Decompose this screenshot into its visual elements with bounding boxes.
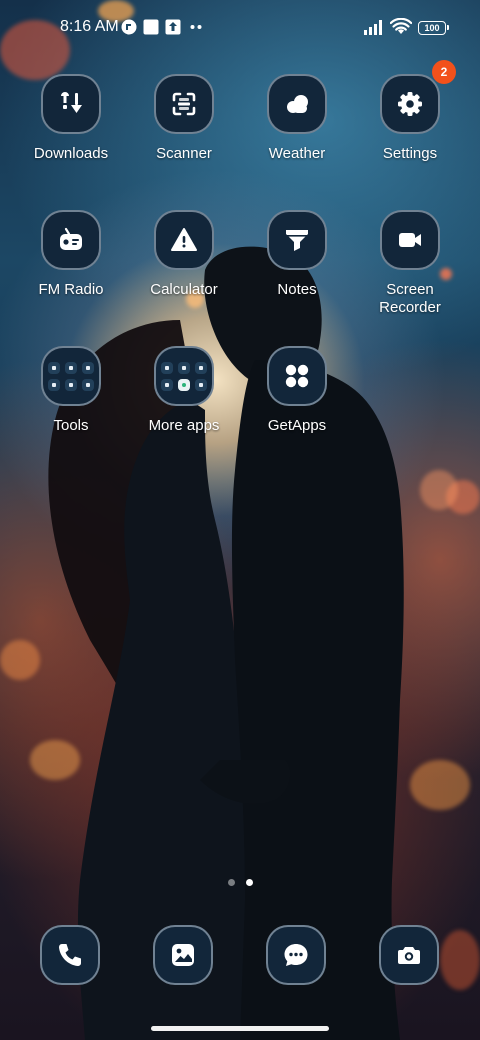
app-label: GetApps: [267, 417, 327, 434]
mini-app-icon: [65, 378, 77, 391]
app-label: Downloads: [33, 145, 109, 162]
mini-app-icon: [161, 361, 173, 374]
radio-icon: [60, 227, 82, 250]
scanner-icon: [172, 92, 196, 116]
dock-gallery[interactable]: [153, 925, 213, 985]
camera-icon: [398, 947, 420, 964]
app-scanner[interactable]: Scanner: [129, 74, 239, 163]
mini-app-icon: [195, 361, 207, 374]
clock: 8:16 AM: [60, 18, 119, 35]
folder-label: Tools: [53, 417, 89, 434]
app-icon[interactable]: [154, 74, 214, 134]
page-dot[interactable]: [228, 879, 235, 886]
notification-app-icon: [121, 19, 137, 35]
app-settings[interactable]: 2 Settings: [355, 60, 465, 163]
app-icon[interactable]: [267, 210, 327, 270]
app-label: Calculator: [150, 281, 218, 298]
folder-icon[interactable]: [41, 346, 101, 406]
app-calculator[interactable]: Calculator: [129, 210, 239, 299]
app-icon[interactable]: [267, 74, 327, 134]
app-notes[interactable]: Notes: [242, 210, 352, 299]
app-label: Weather: [268, 145, 326, 162]
folder-label: More apps: [148, 417, 220, 434]
notification-square-icon: [143, 19, 159, 35]
mini-app-icon: [48, 361, 60, 374]
page-indicator: [228, 879, 253, 886]
app-label: Settings: [382, 145, 438, 162]
status-bar: 8:16 AM 100: [0, 0, 480, 56]
app-label: Screen Recorder: [379, 281, 441, 316]
messages-icon: [284, 944, 308, 966]
wifi-icon: [390, 18, 412, 34]
folder-icon[interactable]: [154, 346, 214, 406]
notification-badge: 2: [432, 60, 456, 84]
dock-phone[interactable]: [40, 925, 100, 985]
dock-camera[interactable]: [379, 925, 439, 985]
mini-app-icon: [82, 378, 94, 391]
calculator-icon: [171, 228, 197, 251]
app-screen-recorder[interactable]: Screen Recorder: [355, 210, 465, 317]
more-notifications-icon: [190, 25, 202, 29]
more-apps-folder-icon: [161, 361, 207, 391]
weather-icon: [287, 95, 308, 113]
battery-indicator: 100: [418, 21, 449, 35]
app-icon[interactable]: [267, 346, 327, 406]
screen-recorder-icon: [399, 233, 421, 247]
folder-tools[interactable]: Tools: [16, 346, 126, 435]
mini-app-icon: [161, 378, 173, 391]
mini-app-icon: [82, 361, 94, 374]
notification-upload-icon: [165, 19, 181, 35]
app-fm-radio[interactable]: FM Radio: [16, 210, 126, 299]
app-icon[interactable]: 2: [380, 60, 456, 134]
mini-app-icon: [178, 361, 190, 374]
downloads-icon: [61, 92, 82, 113]
app-getapps[interactable]: GetApps: [242, 346, 352, 435]
app-icon[interactable]: [154, 210, 214, 270]
app-label: Notes: [277, 281, 317, 298]
app-label: FM Radio: [38, 281, 104, 298]
app-label: Scanner: [156, 145, 212, 162]
settings-icon: [398, 92, 422, 116]
mini-app-icon: [195, 378, 207, 391]
home-gesture-bar[interactable]: [151, 1026, 329, 1031]
app-weather[interactable]: Weather: [242, 74, 352, 163]
app-icon[interactable]: [380, 210, 440, 270]
mini-app-icon: [65, 361, 77, 374]
mini-app-icon: [48, 378, 60, 391]
app-icon[interactable]: [41, 74, 101, 134]
page-dot-active[interactable]: [246, 879, 253, 886]
mini-app-icon: [178, 378, 190, 391]
phone-icon: [59, 944, 81, 966]
signal-icon: [364, 20, 382, 35]
dock-messages[interactable]: [266, 925, 326, 985]
battery-level: 100: [424, 22, 440, 33]
notes-icon: [286, 230, 308, 251]
gallery-icon: [172, 944, 194, 966]
getapps-icon: [285, 364, 309, 388]
tools-folder-icon: [48, 361, 94, 391]
folder-more-apps[interactable]: More apps: [129, 346, 239, 435]
app-icon[interactable]: [41, 210, 101, 270]
app-downloads[interactable]: Downloads: [16, 74, 126, 163]
